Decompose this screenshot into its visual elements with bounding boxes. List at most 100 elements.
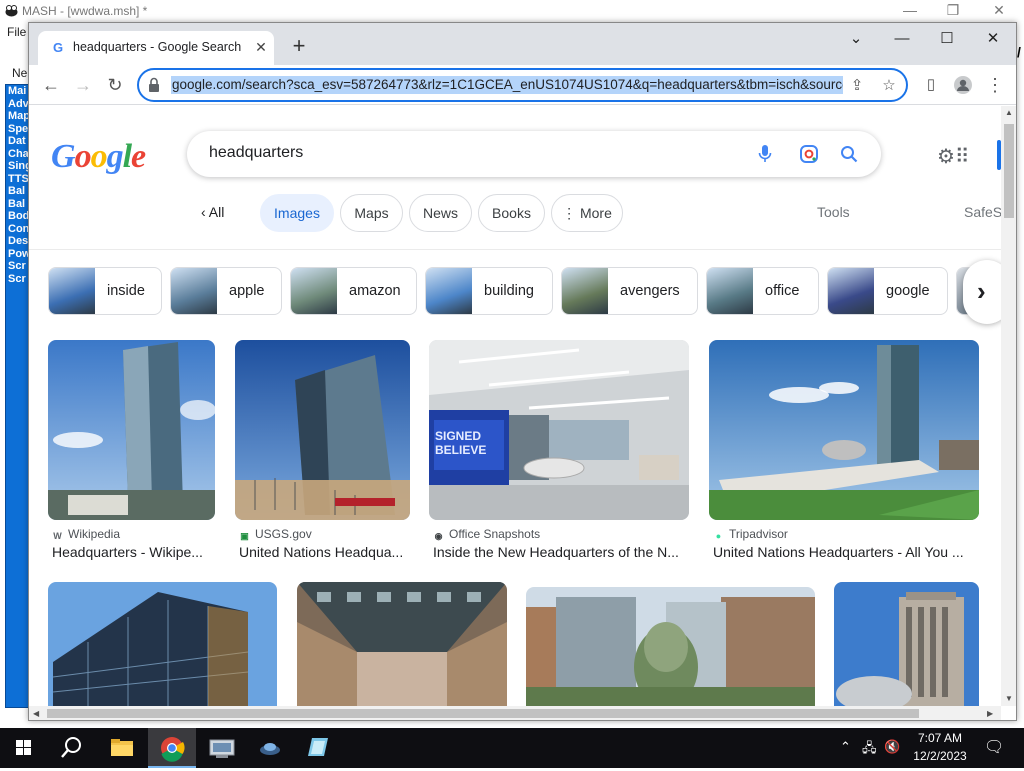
- scroll-right-icon[interactable]: ▶: [987, 709, 993, 718]
- notes-taskbar-button[interactable]: [294, 728, 342, 768]
- mash-sidebar-item[interactable]: Dat: [6, 135, 28, 148]
- network-icon[interactable]: 🖧: [862, 739, 877, 761]
- nav-back-all[interactable]: ‹ All: [201, 204, 224, 220]
- scroll-up-icon[interactable]: ▲: [1005, 108, 1013, 117]
- mash-sidebar-item[interactable]: Bal: [6, 198, 28, 211]
- result-source: ◉ Office Snapshots: [433, 527, 541, 542]
- tab-books[interactable]: Books: [478, 194, 545, 232]
- mash-sidebar-item[interactable]: Spe: [6, 123, 28, 136]
- search-input[interactable]: headquarters: [209, 144, 303, 162]
- google-logo[interactable]: Google: [51, 138, 146, 176]
- vertical-scroll-thumb[interactable]: [1004, 124, 1014, 218]
- tab-maps[interactable]: Maps: [340, 194, 403, 232]
- profile-avatar-icon[interactable]: [949, 71, 977, 99]
- app-taskbar-button[interactable]: [198, 728, 246, 768]
- scroll-left-icon[interactable]: ◀: [33, 709, 39, 718]
- mash-new-button[interactable]: Ne: [12, 66, 27, 80]
- chrome-taskbar-button[interactable]: [148, 728, 196, 768]
- mash-sidebar-item[interactable]: Adv: [6, 98, 28, 111]
- related-search-chip[interactable]: amazon: [290, 267, 417, 315]
- vertical-scrollbar[interactable]: ▲ ▼: [1001, 106, 1016, 706]
- forward-arrow-icon[interactable]: →: [69, 71, 97, 99]
- related-search-thumbnail: [49, 268, 95, 314]
- microphone-icon[interactable]: [753, 142, 777, 166]
- mash-sidebar-item[interactable]: Scr: [6, 273, 28, 286]
- restore-button[interactable]: ❐: [943, 2, 963, 19]
- mash-sidebar-item[interactable]: Pow: [6, 248, 28, 261]
- side-panel-icon[interactable]: ▯: [917, 71, 945, 99]
- menu-file[interactable]: File: [7, 25, 26, 39]
- scroll-down-icon[interactable]: ▼: [1005, 694, 1013, 703]
- bookmark-star-icon[interactable]: ☆: [877, 74, 901, 98]
- google-lens-icon[interactable]: [797, 142, 821, 166]
- share-icon[interactable]: ⇪: [845, 74, 869, 98]
- mash-sidebar-item[interactable]: Scr: [6, 260, 28, 273]
- result-title[interactable]: Headquarters - Wikipe...: [52, 544, 212, 560]
- result-title[interactable]: United Nations Headqua...: [239, 544, 409, 560]
- search-taskbar-button[interactable]: [48, 728, 96, 768]
- result-image[interactable]: [526, 587, 815, 706]
- result-image[interactable]: [297, 582, 507, 706]
- chrome-menu-icon[interactable]: ⋮: [981, 71, 1009, 99]
- safesearch-button[interactable]: SafeS: [964, 204, 1001, 220]
- clock-date[interactable]: 12/2/2023: [910, 749, 970, 763]
- horizontal-scrollbar[interactable]: ◀ ▶: [29, 706, 1001, 720]
- result-image[interactable]: [235, 340, 410, 520]
- clock-time[interactable]: 7:07 AM: [916, 731, 964, 745]
- new-tab-button[interactable]: +: [287, 35, 311, 59]
- related-search-chip[interactable]: apple: [170, 267, 282, 315]
- related-search-chip[interactable]: avengers: [561, 267, 698, 315]
- result-title[interactable]: Inside the New Headquarters of the N...: [433, 544, 688, 560]
- minimize-button[interactable]: —: [900, 2, 920, 18]
- result-image[interactable]: [834, 582, 979, 706]
- file-explorer-button[interactable]: [98, 728, 146, 768]
- chrome-maximize-button[interactable]: ☐: [932, 27, 962, 51]
- related-search-chip[interactable]: inside: [48, 267, 162, 315]
- result-image[interactable]: [709, 340, 979, 520]
- result-image[interactable]: [48, 340, 215, 520]
- search-icon[interactable]: [837, 142, 861, 166]
- settings-gear-icon[interactable]: ⚙⠿: [937, 144, 975, 168]
- mash-sidebar-item[interactable]: Bod: [6, 210, 28, 223]
- mash-sidebar-item[interactable]: Map: [6, 110, 28, 123]
- mash-sidebar-item[interactable]: Bal: [6, 185, 28, 198]
- horizontal-scroll-thumb[interactable]: [47, 709, 919, 718]
- notifications-icon[interactable]: 🗨: [984, 737, 1004, 757]
- address-bar[interactable]: google.com/search?sca_esv=587264773&rlz=…: [137, 68, 908, 102]
- mash-sidebar-item[interactable]: Des: [6, 235, 28, 248]
- result-title[interactable]: United Nations Headquarters - All You ..…: [713, 544, 978, 560]
- related-search-chip[interactable]: office: [706, 267, 819, 315]
- tab-more-label: More: [579, 205, 612, 221]
- result-image[interactable]: SIGNED BELIEVE: [429, 340, 689, 520]
- mash-sidebar-item[interactable]: Sing: [6, 160, 28, 173]
- tab-images[interactable]: Images: [260, 194, 334, 232]
- mash-sidebar-item[interactable]: Cha: [6, 148, 28, 161]
- mash-sidebar-item[interactable]: Con: [6, 223, 28, 236]
- lock-icon[interactable]: [147, 77, 161, 93]
- result-source: ▣ USGS.gov: [239, 527, 311, 542]
- related-search-chip[interactable]: google: [827, 267, 948, 315]
- mash-taskbar-button[interactable]: [246, 728, 294, 768]
- tools-button[interactable]: Tools: [817, 204, 850, 220]
- volume-muted-icon[interactable]: 🔇: [884, 739, 900, 755]
- search-box[interactable]: headquarters: [187, 131, 881, 177]
- back-arrow-icon[interactable]: ←: [37, 71, 65, 99]
- start-button[interactable]: [0, 728, 48, 768]
- tab-more[interactable]: ⋮ More: [551, 194, 623, 232]
- mash-sidebar-item[interactable]: Mai: [6, 85, 28, 98]
- close-button[interactable]: ✕: [989, 2, 1009, 19]
- chevron-right-icon[interactable]: ›: [963, 260, 1001, 324]
- related-search-chip[interactable]: building: [425, 267, 553, 315]
- chevron-up-icon[interactable]: ⌃: [840, 739, 851, 755]
- tab-search-button[interactable]: ⌄: [841, 27, 871, 51]
- url-text[interactable]: google.com/search?sca_esv=587264773&rlz=…: [171, 76, 843, 94]
- close-tab-icon[interactable]: ✕: [251, 37, 271, 57]
- reload-icon[interactable]: ↻: [101, 71, 129, 99]
- chrome-close-button[interactable]: ✕: [978, 27, 1008, 51]
- chrome-minimize-button[interactable]: —: [887, 27, 917, 51]
- related-search-label: office: [765, 283, 800, 299]
- result-image[interactable]: [48, 582, 277, 706]
- tab-google-search[interactable]: G headquarters - Google Search ✕: [38, 31, 274, 65]
- tab-news[interactable]: News: [409, 194, 472, 232]
- mash-sidebar-item[interactable]: TTS: [6, 173, 28, 186]
